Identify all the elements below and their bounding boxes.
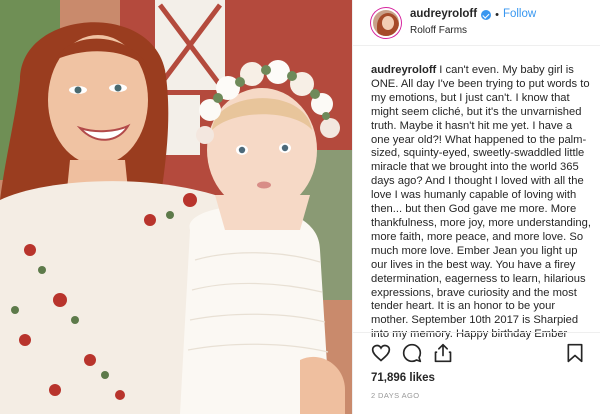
instagram-post: audreyroloff • Follow Roloff Farms audre… xyxy=(0,0,600,414)
photo-illustration xyxy=(0,0,352,414)
action-icons xyxy=(371,343,585,365)
post-header: audreyroloff • Follow Roloff Farms xyxy=(353,0,600,46)
profile-avatar[interactable] xyxy=(371,7,401,38)
header-text: audreyroloff • Follow Roloff Farms xyxy=(410,9,536,36)
separator-dot: • xyxy=(495,8,499,21)
verified-badge-icon xyxy=(481,10,492,20)
header-row: audreyroloff • Follow xyxy=(410,9,536,21)
heart-icon[interactable] xyxy=(371,343,391,363)
likes-count[interactable]: 71,896 likes xyxy=(371,372,435,384)
caption-text: I can't even. My baby girl is ONE. All d… xyxy=(371,64,591,341)
username-link[interactable]: audreyroloff xyxy=(410,9,477,21)
post-photo[interactable] xyxy=(0,0,352,414)
location-link[interactable]: Roloff Farms xyxy=(410,25,536,36)
bookmark-icon[interactable] xyxy=(565,343,585,363)
post-side-panel: audreyroloff • Follow Roloff Farms audre… xyxy=(352,0,600,414)
caption-username-link[interactable]: audreyroloff xyxy=(371,64,436,76)
follow-button[interactable]: Follow xyxy=(503,9,536,21)
post-caption: audreyroloff I can't even. My baby girl i… xyxy=(371,64,593,342)
comment-icon[interactable] xyxy=(402,343,422,363)
post-timestamp[interactable]: 2 DAYS AGO xyxy=(371,391,419,400)
post-actions-section: 71,896 likes 2 DAYS AGO xyxy=(353,332,600,414)
share-icon[interactable] xyxy=(433,343,453,363)
avatar-face xyxy=(382,15,394,30)
